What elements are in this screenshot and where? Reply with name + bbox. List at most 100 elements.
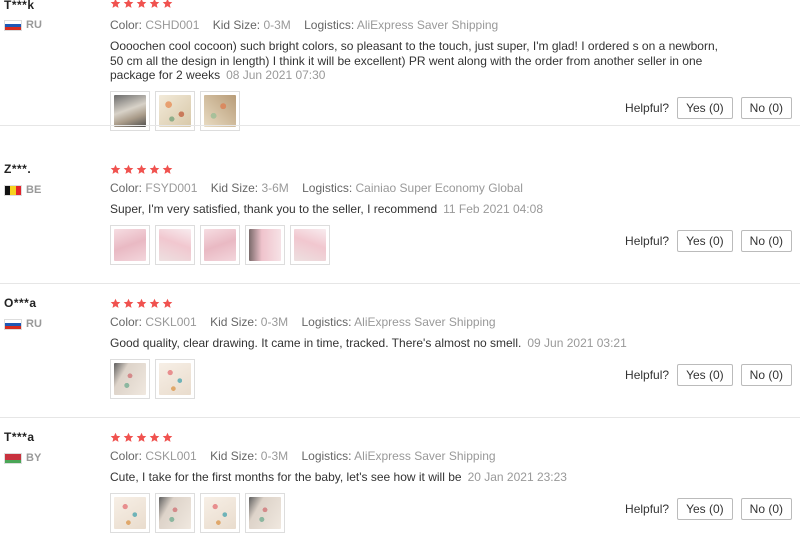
star-rating bbox=[110, 432, 173, 443]
review-item: Z***. BE Color: FSYD001 Kid Size: 3-6M L… bbox=[0, 150, 800, 284]
helpful-section: Helpful? Yes (0) No (0) bbox=[625, 97, 792, 119]
belarus-flag-icon bbox=[4, 452, 22, 464]
color-value: CSKL001 bbox=[145, 449, 197, 463]
size-value: 3-6M bbox=[261, 181, 289, 195]
star-icon bbox=[149, 0, 160, 9]
logistics-label: Logistics: bbox=[304, 18, 355, 32]
color-label: Color: bbox=[110, 18, 143, 32]
review-item: T***k RU Color: CSHD001 Kid Size: 0-3M L… bbox=[0, 0, 800, 131]
reviewer-country: RU bbox=[4, 19, 42, 31]
photo-thumbnail[interactable] bbox=[200, 225, 240, 265]
helpful-label: Helpful? bbox=[625, 101, 670, 115]
review-divider bbox=[0, 125, 800, 126]
color-label: Color: bbox=[110, 315, 143, 329]
star-icon bbox=[162, 164, 173, 175]
helpful-label: Helpful? bbox=[625, 368, 670, 382]
russia-flag-icon bbox=[4, 19, 22, 31]
size-label: Kid Size: bbox=[210, 181, 259, 195]
review-item: O***a RU Color: CSKL001 Kid Size: 0-3M L… bbox=[0, 284, 800, 418]
photo-thumbnail[interactable] bbox=[110, 225, 150, 265]
review-date: 09 Jun 2021 03:21 bbox=[527, 336, 627, 350]
photo-thumbnail[interactable] bbox=[290, 225, 330, 265]
review-photos bbox=[110, 493, 285, 533]
color-label: Color: bbox=[110, 449, 143, 463]
review-item: T***a BY Color: CSKL001 Kid Size: 0-3M L… bbox=[0, 418, 800, 552]
logistics-label: Logistics: bbox=[301, 449, 352, 463]
color-value: CSKL001 bbox=[145, 315, 197, 329]
star-icon bbox=[123, 0, 134, 9]
helpful-section: Helpful? Yes (0) No (0) bbox=[625, 364, 792, 386]
color-value: CSHD001 bbox=[145, 18, 200, 32]
helpful-no-button[interactable]: No (0) bbox=[740, 498, 792, 520]
helpful-no-button[interactable]: No (0) bbox=[740, 97, 792, 119]
size-value: 0-3M bbox=[260, 449, 289, 463]
star-icon bbox=[110, 432, 121, 443]
helpful-yes-button[interactable]: Yes (0) bbox=[677, 230, 733, 252]
photo-thumbnail[interactable] bbox=[245, 225, 285, 265]
review-photos bbox=[110, 359, 195, 399]
photo-thumbnail[interactable] bbox=[155, 493, 195, 533]
reviewer-name: Z***. bbox=[4, 162, 32, 176]
logistics-label: Logistics: bbox=[302, 181, 353, 195]
country-code: BY bbox=[26, 452, 42, 464]
helpful-yes-button[interactable]: Yes (0) bbox=[677, 364, 733, 386]
size-value: 0-3M bbox=[260, 315, 289, 329]
logistics-value: Cainiao Super Economy Global bbox=[355, 181, 523, 195]
logistics-value: AliExpress Saver Shipping bbox=[354, 449, 496, 463]
country-code: RU bbox=[26, 318, 42, 330]
helpful-yes-button[interactable]: Yes (0) bbox=[677, 97, 733, 119]
country-code: BE bbox=[26, 184, 42, 196]
helpful-section: Helpful? Yes (0) No (0) bbox=[625, 230, 792, 252]
photo-thumbnail[interactable] bbox=[200, 493, 240, 533]
review-body: Cute, I take for the first months for th… bbox=[110, 470, 462, 484]
star-icon bbox=[136, 164, 147, 175]
reviewer-name: O***a bbox=[4, 296, 37, 310]
logistics-value: AliExpress Saver Shipping bbox=[356, 18, 499, 32]
star-icon bbox=[123, 164, 134, 175]
helpful-label: Helpful? bbox=[625, 234, 670, 248]
star-icon bbox=[123, 432, 134, 443]
review-date: 11 Feb 2021 04:08 bbox=[443, 202, 543, 216]
reviewer-country: RU bbox=[4, 318, 42, 330]
helpful-no-button[interactable]: No (0) bbox=[740, 364, 792, 386]
star-rating bbox=[110, 0, 173, 9]
star-icon bbox=[136, 432, 147, 443]
star-icon bbox=[149, 298, 160, 309]
star-icon bbox=[149, 164, 160, 175]
photo-thumbnail[interactable] bbox=[155, 225, 195, 265]
reviewer-name: T***a bbox=[4, 430, 35, 444]
review-text: Oooochen cool cocoon) such bright colors… bbox=[110, 39, 720, 83]
review-body: Super, I'm very satisfied, thank you to … bbox=[110, 202, 438, 216]
color-label: Color: bbox=[110, 181, 143, 195]
helpful-section: Helpful? Yes (0) No (0) bbox=[625, 498, 792, 520]
star-icon bbox=[136, 298, 147, 309]
star-icon bbox=[110, 298, 121, 309]
star-icon bbox=[162, 0, 173, 9]
size-value: 0-3M bbox=[263, 18, 291, 32]
helpful-no-button[interactable]: No (0) bbox=[740, 230, 792, 252]
review-date: 08 Jun 2021 07:30 bbox=[226, 68, 326, 82]
star-rating bbox=[110, 164, 173, 175]
russia-flag-icon bbox=[4, 318, 22, 330]
star-icon bbox=[162, 298, 173, 309]
order-attributes: Color: CSKL001 Kid Size: 0-3M Logistics:… bbox=[110, 449, 506, 463]
order-attributes: Color: CSHD001 Kid Size: 0-3M Logistics:… bbox=[110, 18, 508, 32]
photo-thumbnail[interactable] bbox=[110, 493, 150, 533]
size-label: Kid Size: bbox=[212, 18, 261, 32]
star-icon bbox=[110, 0, 121, 9]
helpful-yes-button[interactable]: Yes (0) bbox=[677, 498, 733, 520]
review-text: Cute, I take for the first months for th… bbox=[110, 470, 720, 485]
logistics-value: AliExpress Saver Shipping bbox=[354, 315, 496, 329]
color-value: FSYD001 bbox=[145, 181, 198, 195]
helpful-label: Helpful? bbox=[625, 502, 670, 516]
photo-thumbnail[interactable] bbox=[155, 359, 195, 399]
review-body: Good quality, clear drawing. It came in … bbox=[110, 336, 522, 350]
star-icon bbox=[149, 432, 160, 443]
reviewer-name: T***k bbox=[4, 0, 35, 12]
photo-thumbnail[interactable] bbox=[245, 493, 285, 533]
photo-thumbnail[interactable] bbox=[110, 359, 150, 399]
order-attributes: Color: FSYD001 Kid Size: 3-6M Logistics:… bbox=[110, 181, 533, 195]
review-text: Super, I'm very satisfied, thank you to … bbox=[110, 202, 720, 217]
review-text: Good quality, clear drawing. It came in … bbox=[110, 336, 720, 351]
size-label: Kid Size: bbox=[210, 449, 258, 463]
